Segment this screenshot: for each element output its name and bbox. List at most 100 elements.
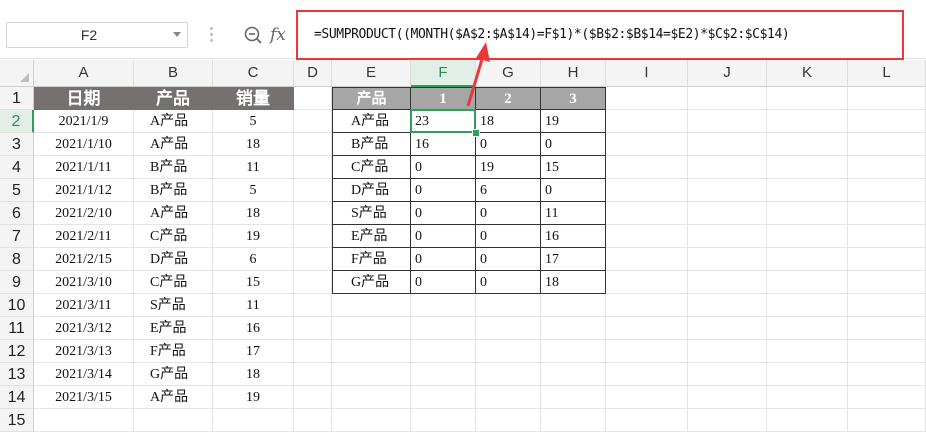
cell[interactable] (294, 386, 332, 409)
source-cell[interactable]: A产品 (134, 110, 213, 133)
row-header-8[interactable]: 8 (0, 248, 34, 271)
cell[interactable] (767, 340, 848, 363)
column-header-f[interactable]: F (411, 60, 476, 87)
source-cell[interactable]: 17 (213, 340, 294, 363)
summary-value-cell[interactable]: 16 (411, 133, 476, 156)
cell[interactable] (294, 317, 332, 340)
source-cell[interactable]: 18 (213, 363, 294, 386)
cell[interactable] (606, 202, 688, 225)
row-header-10[interactable]: 10 (0, 294, 34, 317)
cell[interactable] (541, 386, 606, 409)
cell[interactable] (411, 386, 476, 409)
row-header-15[interactable]: 15 (0, 409, 34, 432)
summary-value-cell[interactable]: 0 (411, 271, 476, 294)
summary-value-cell[interactable]: 0 (411, 156, 476, 179)
column-header-e[interactable]: E (332, 60, 411, 87)
row-header-7[interactable]: 7 (0, 225, 34, 248)
cell[interactable] (541, 317, 606, 340)
row-header-12[interactable]: 12 (0, 340, 34, 363)
cell[interactable] (688, 202, 767, 225)
cell[interactable] (294, 110, 332, 133)
cell[interactable] (767, 409, 848, 432)
summary-value-cell[interactable]: 18 (541, 271, 606, 294)
cell[interactable] (767, 363, 848, 386)
source-cell[interactable]: B产品 (134, 156, 213, 179)
cell[interactable] (848, 409, 926, 432)
source-cell[interactable]: 11 (213, 156, 294, 179)
summary-header-product[interactable]: 产品 (332, 87, 411, 110)
source-cell[interactable]: 2021/1/12 (34, 179, 134, 202)
cell[interactable] (606, 133, 688, 156)
summary-product-cell[interactable]: B产品 (332, 133, 411, 156)
cell[interactable] (411, 363, 476, 386)
row-header-5[interactable]: 5 (0, 179, 34, 202)
cell[interactable] (848, 317, 926, 340)
cell[interactable] (476, 363, 541, 386)
row-header-9[interactable]: 9 (0, 271, 34, 294)
cell[interactable] (476, 386, 541, 409)
cell[interactable] (767, 87, 848, 110)
cell[interactable] (848, 110, 926, 133)
source-cell[interactable]: S产品 (134, 294, 213, 317)
cell[interactable] (606, 225, 688, 248)
source-cell[interactable]: 2021/1/11 (34, 156, 134, 179)
summary-value-cell[interactable]: 0 (541, 179, 606, 202)
source-cell[interactable]: 19 (213, 225, 294, 248)
source-cell[interactable]: G产品 (134, 363, 213, 386)
cell[interactable] (688, 248, 767, 271)
cell[interactable] (848, 87, 926, 110)
cell[interactable] (688, 271, 767, 294)
cell[interactable] (294, 87, 332, 110)
cell[interactable] (767, 110, 848, 133)
cell[interactable] (606, 110, 688, 133)
summary-header-month[interactable]: 2 (476, 87, 541, 110)
cell[interactable] (294, 179, 332, 202)
cell[interactable] (134, 409, 213, 432)
cell[interactable] (332, 386, 411, 409)
cell[interactable] (294, 363, 332, 386)
cell[interactable] (606, 294, 688, 317)
row-header-3[interactable]: 3 (0, 133, 34, 156)
cell[interactable] (294, 156, 332, 179)
summary-product-cell[interactable]: A产品 (332, 110, 411, 133)
row-header-11[interactable]: 11 (0, 317, 34, 340)
column-header-a[interactable]: A (34, 60, 134, 87)
summary-product-cell[interactable]: S产品 (332, 202, 411, 225)
cell[interactable] (848, 133, 926, 156)
source-cell[interactable]: 6 (213, 248, 294, 271)
source-header-cell[interactable]: 产品 (134, 87, 213, 110)
source-cell[interactable]: 2021/3/14 (34, 363, 134, 386)
source-cell[interactable]: 18 (213, 202, 294, 225)
chevron-down-icon[interactable] (173, 32, 181, 37)
select-all-corner[interactable] (0, 60, 34, 87)
cell[interactable] (767, 156, 848, 179)
cell[interactable] (767, 133, 848, 156)
cell[interactable] (294, 271, 332, 294)
fx-icon[interactable]: fx (270, 22, 294, 48)
cell[interactable] (767, 225, 848, 248)
source-cell[interactable]: C产品 (134, 271, 213, 294)
column-header-d[interactable]: D (294, 60, 332, 87)
summary-value-cell[interactable]: 19 (476, 156, 541, 179)
source-cell[interactable]: B产品 (134, 179, 213, 202)
cell[interactable] (848, 225, 926, 248)
summary-product-cell[interactable]: G产品 (332, 271, 411, 294)
source-cell[interactable]: 2021/1/9 (34, 110, 134, 133)
fill-handle[interactable] (472, 129, 480, 137)
summary-product-cell[interactable]: F产品 (332, 248, 411, 271)
summary-product-cell[interactable]: C产品 (332, 156, 411, 179)
cell[interactable] (688, 340, 767, 363)
column-header-g[interactable]: G (476, 60, 541, 87)
cell[interactable] (848, 248, 926, 271)
drag-handle-icon[interactable] (210, 24, 213, 48)
column-header-k[interactable]: K (767, 60, 848, 87)
summary-value-cell[interactable]: 19 (541, 110, 606, 133)
cell[interactable] (541, 294, 606, 317)
source-cell[interactable]: 2021/2/15 (34, 248, 134, 271)
cell[interactable] (688, 317, 767, 340)
source-cell[interactable]: 2021/3/11 (34, 294, 134, 317)
source-cell[interactable]: 11 (213, 294, 294, 317)
source-cell[interactable]: D产品 (134, 248, 213, 271)
cell[interactable] (294, 133, 332, 156)
summary-value-cell[interactable]: 6 (476, 179, 541, 202)
